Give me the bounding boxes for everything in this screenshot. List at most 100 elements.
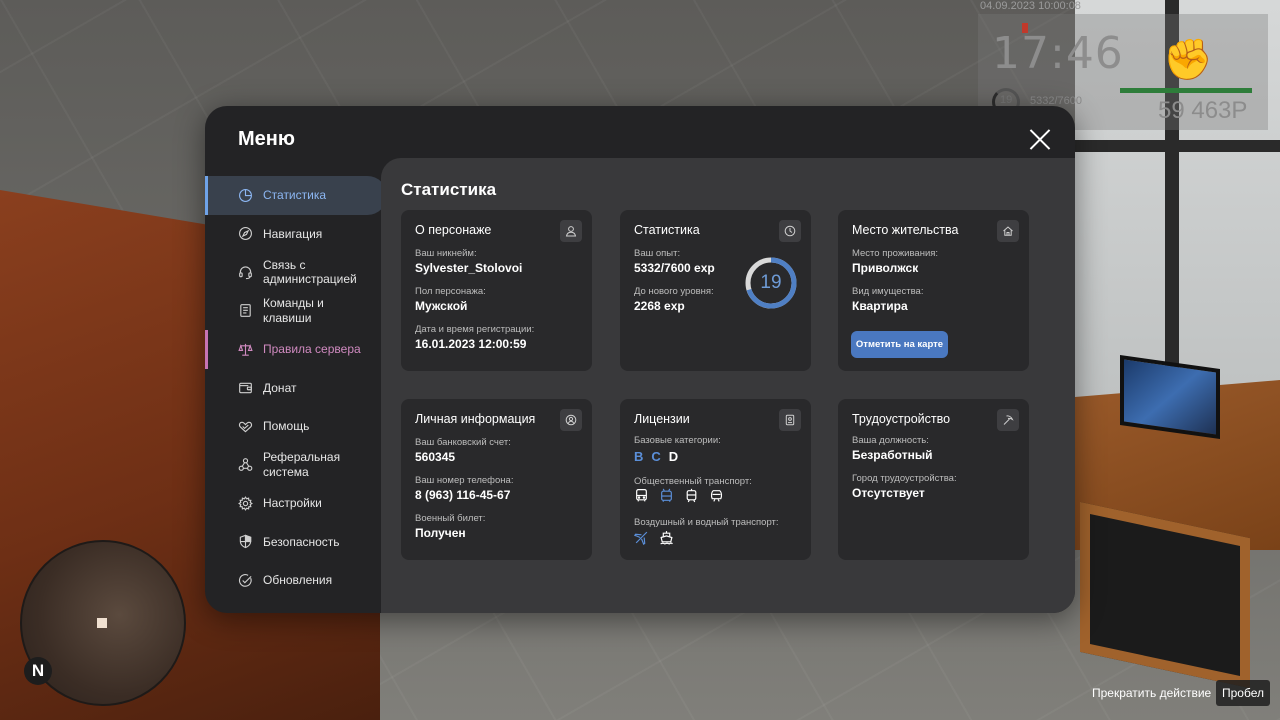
sidebar-item-5[interactable]: Донат bbox=[205, 369, 381, 408]
card-title: О персонаже bbox=[415, 223, 492, 237]
field-label: Ваш номер телефона: bbox=[415, 475, 514, 486]
player-marker-icon bbox=[97, 618, 107, 628]
hud-level: 19 bbox=[1000, 94, 1013, 106]
airplane-icon bbox=[634, 530, 649, 545]
user-circle-icon bbox=[560, 409, 582, 431]
sidebar-item-0[interactable]: Статистика bbox=[205, 176, 387, 215]
license-categories: BCD bbox=[634, 449, 678, 464]
network-icon bbox=[237, 457, 253, 473]
space-key[interactable]: Пробел bbox=[1216, 680, 1270, 706]
field-label: Ваш опыт: bbox=[634, 248, 681, 259]
license-category-b: B bbox=[634, 449, 644, 464]
sidebar-item-label: Обновления bbox=[263, 573, 333, 587]
sidebar-item-label: Команды и клавиши bbox=[263, 296, 324, 325]
military-id-value: Получен bbox=[415, 526, 466, 540]
sidebar-item-4[interactable]: Правила сервера bbox=[205, 330, 381, 369]
sidebar-item-label: Помощь bbox=[263, 419, 310, 433]
sidebar-item-label: Настройки bbox=[263, 496, 322, 510]
document-icon bbox=[237, 303, 253, 319]
game-monitor bbox=[1120, 354, 1220, 440]
pickaxe-icon bbox=[997, 409, 1019, 431]
position-value: Безработный bbox=[852, 448, 933, 462]
pie-chart-icon bbox=[237, 187, 253, 203]
card-statistics: Статистика Ваш опыт: 5332/7600 exp До но… bbox=[620, 210, 811, 371]
next-level-value: 2268 exp bbox=[634, 299, 685, 313]
field-label: Вид имущества: bbox=[852, 286, 924, 297]
hud-datetime: 04.09.2023 10:00:08 bbox=[980, 0, 1081, 12]
sidebar: Статистика Навигация Связь с администрацие… bbox=[205, 176, 387, 600]
ship-icon bbox=[659, 530, 674, 545]
north-indicator: N bbox=[24, 657, 52, 685]
user-icon bbox=[560, 220, 582, 242]
health-bar bbox=[1120, 88, 1252, 93]
sidebar-item-label: Правила сервера bbox=[263, 342, 361, 356]
nickname-value: Sylvester_Stolovoi bbox=[415, 261, 523, 275]
air-water-licenses bbox=[634, 530, 674, 545]
headset-icon bbox=[237, 264, 253, 280]
card-title: Статистика bbox=[634, 223, 700, 237]
field-label: Общественный транспорт: bbox=[634, 476, 752, 487]
field-label: Ваша должность: bbox=[852, 435, 929, 446]
phone-value: 8 (963) 116-45-67 bbox=[415, 488, 511, 502]
close-icon[interactable] bbox=[1028, 128, 1052, 152]
menu-window: Меню Статистика Навигация Связь с админист… bbox=[205, 106, 1075, 613]
id-card-icon bbox=[779, 409, 801, 431]
content-title: Статистика bbox=[401, 180, 497, 199]
card-residence: Место жительства Место проживания: Приво… bbox=[838, 210, 1029, 371]
card-licenses: Лицензии Базовые категории: BCD Обществе… bbox=[620, 399, 811, 560]
wallet-icon bbox=[237, 380, 253, 396]
sidebar-item-label: Статистика bbox=[263, 188, 327, 202]
menu-title: Меню bbox=[238, 128, 295, 150]
tram-icon bbox=[684, 488, 699, 503]
hud-money: 59 463P bbox=[1158, 97, 1248, 124]
gender-value: Мужской bbox=[415, 299, 468, 313]
field-label: Дата и время регистрации: bbox=[415, 324, 535, 335]
card-character: О персонаже Ваш никнейм: Sylvester_Stolo… bbox=[401, 210, 592, 371]
card-employment: Трудоустройство Ваша должность: Безработ… bbox=[838, 399, 1029, 560]
sidebar-item-6[interactable]: Помощь bbox=[205, 407, 381, 446]
sidebar-item-8[interactable]: Настройки bbox=[205, 484, 381, 523]
license-category-c: C bbox=[651, 449, 661, 464]
field-label: Военный билет: bbox=[415, 513, 486, 524]
field-label: Базовые категории: bbox=[634, 435, 721, 446]
bank-account-value: 560345 bbox=[415, 450, 456, 464]
hud-time: 17:46 bbox=[992, 28, 1124, 79]
sidebar-item-label: Реферальная система bbox=[263, 450, 341, 479]
sidebar-item-2[interactable]: Связь с администрацией bbox=[205, 253, 381, 292]
sidebar-item-9[interactable]: Безопасность bbox=[205, 523, 381, 562]
field-label: Место проживания: bbox=[852, 248, 939, 259]
public-transport-licenses bbox=[634, 488, 724, 503]
sidebar-item-3[interactable]: Команды и клавиши bbox=[205, 292, 381, 331]
bus-icon bbox=[634, 488, 649, 503]
shield-icon bbox=[237, 534, 253, 550]
gear-icon bbox=[237, 495, 253, 511]
field-label: Пол персонажа: bbox=[415, 286, 486, 297]
mark-on-map-button[interactable]: Отметить на карте bbox=[851, 331, 948, 358]
field-label: Ваш никнейм: bbox=[415, 248, 477, 259]
action-hint: Прекратить действие bbox=[1092, 686, 1212, 700]
card-title: Трудоустройство bbox=[852, 412, 951, 426]
registration-value: 16.01.2023 12:00:59 bbox=[415, 337, 527, 351]
sidebar-item-7[interactable]: Реферальная система bbox=[205, 446, 381, 485]
home-icon bbox=[997, 220, 1019, 242]
check-circle-icon bbox=[237, 572, 253, 588]
card-title: Личная информация bbox=[415, 412, 536, 426]
field-label: Воздушный и водный транспорт: bbox=[634, 517, 779, 528]
field-label: Ваш банковский счет: bbox=[415, 437, 511, 448]
city-value: Приволжск bbox=[852, 261, 919, 275]
card-personal-info: Личная информация Ваш банковский счет: 5… bbox=[401, 399, 592, 560]
sidebar-item-label: Связь с администрацией bbox=[263, 257, 357, 287]
fist-icon: ✊ bbox=[1163, 38, 1213, 82]
sidebar-item-10[interactable]: Обновления bbox=[205, 561, 381, 600]
metro-icon bbox=[709, 488, 724, 503]
sidebar-item-label: Донат bbox=[263, 380, 297, 395]
trolleybus-icon bbox=[659, 488, 674, 503]
compass-icon bbox=[237, 226, 253, 242]
license-category-d: D bbox=[668, 449, 679, 464]
card-title: Лицензии bbox=[634, 412, 690, 426]
sidebar-item-1[interactable]: Навигация bbox=[205, 215, 381, 254]
sidebar-item-label: Безопасность bbox=[263, 534, 340, 549]
field-label: До нового уровня: bbox=[634, 286, 714, 297]
card-title: Место жительства bbox=[852, 223, 959, 237]
employment-city-value: Отсутствует bbox=[852, 486, 925, 500]
